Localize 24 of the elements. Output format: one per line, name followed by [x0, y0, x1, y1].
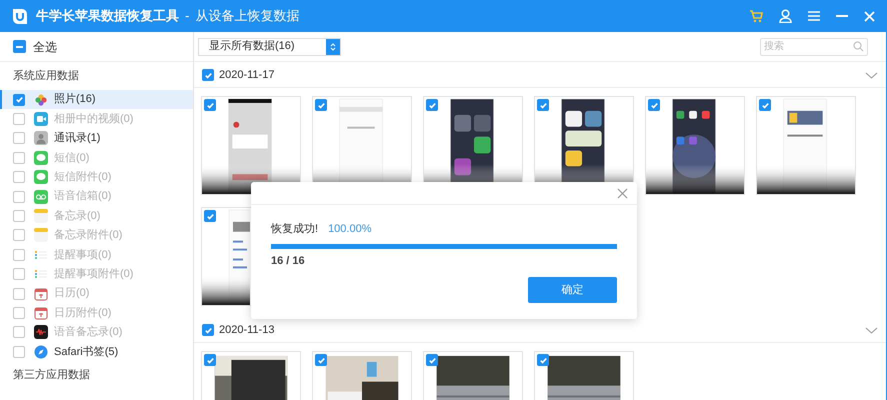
- item-label: 备忘录附件(0): [54, 228, 122, 244]
- status-message: 恢复成功!: [271, 222, 318, 237]
- percent-label: 100.00%: [328, 222, 372, 237]
- item-label: 日历附件(0): [54, 306, 112, 321]
- item-label: 备忘录(0): [54, 208, 100, 224]
- group-date: 2020-11-13: [219, 322, 274, 338]
- item-label: 通讯录(1): [54, 130, 100, 146]
- item-label: 短信附件(0): [54, 170, 112, 185]
- item-label: 短信(0): [54, 150, 90, 166]
- item-label: 相册中的视频(0): [54, 112, 134, 127]
- window-subtitle: 从设备上恢复数据: [195, 7, 300, 26]
- item-label: 日历(0): [54, 286, 90, 302]
- item-label: Safari书签(5): [54, 344, 118, 360]
- item-label: 语音备忘录(0): [54, 324, 122, 340]
- section-heading: 第三方应用数据: [13, 368, 90, 384]
- item-label: 提醒事项(0): [54, 248, 112, 263]
- section-heading: 系统应用数据: [13, 68, 79, 84]
- title-separator: -: [185, 7, 190, 26]
- item-label: 提醒事项附件(0): [54, 266, 134, 282]
- item-label: 照片(16): [54, 92, 96, 108]
- count-label: 16 / 16: [271, 254, 306, 268]
- item-label: 语音信箱(0): [54, 188, 112, 204]
- window-title: 牛学长苹果数据恢复工具: [36, 7, 179, 26]
- group-date: 2020-11-17: [219, 68, 274, 83]
